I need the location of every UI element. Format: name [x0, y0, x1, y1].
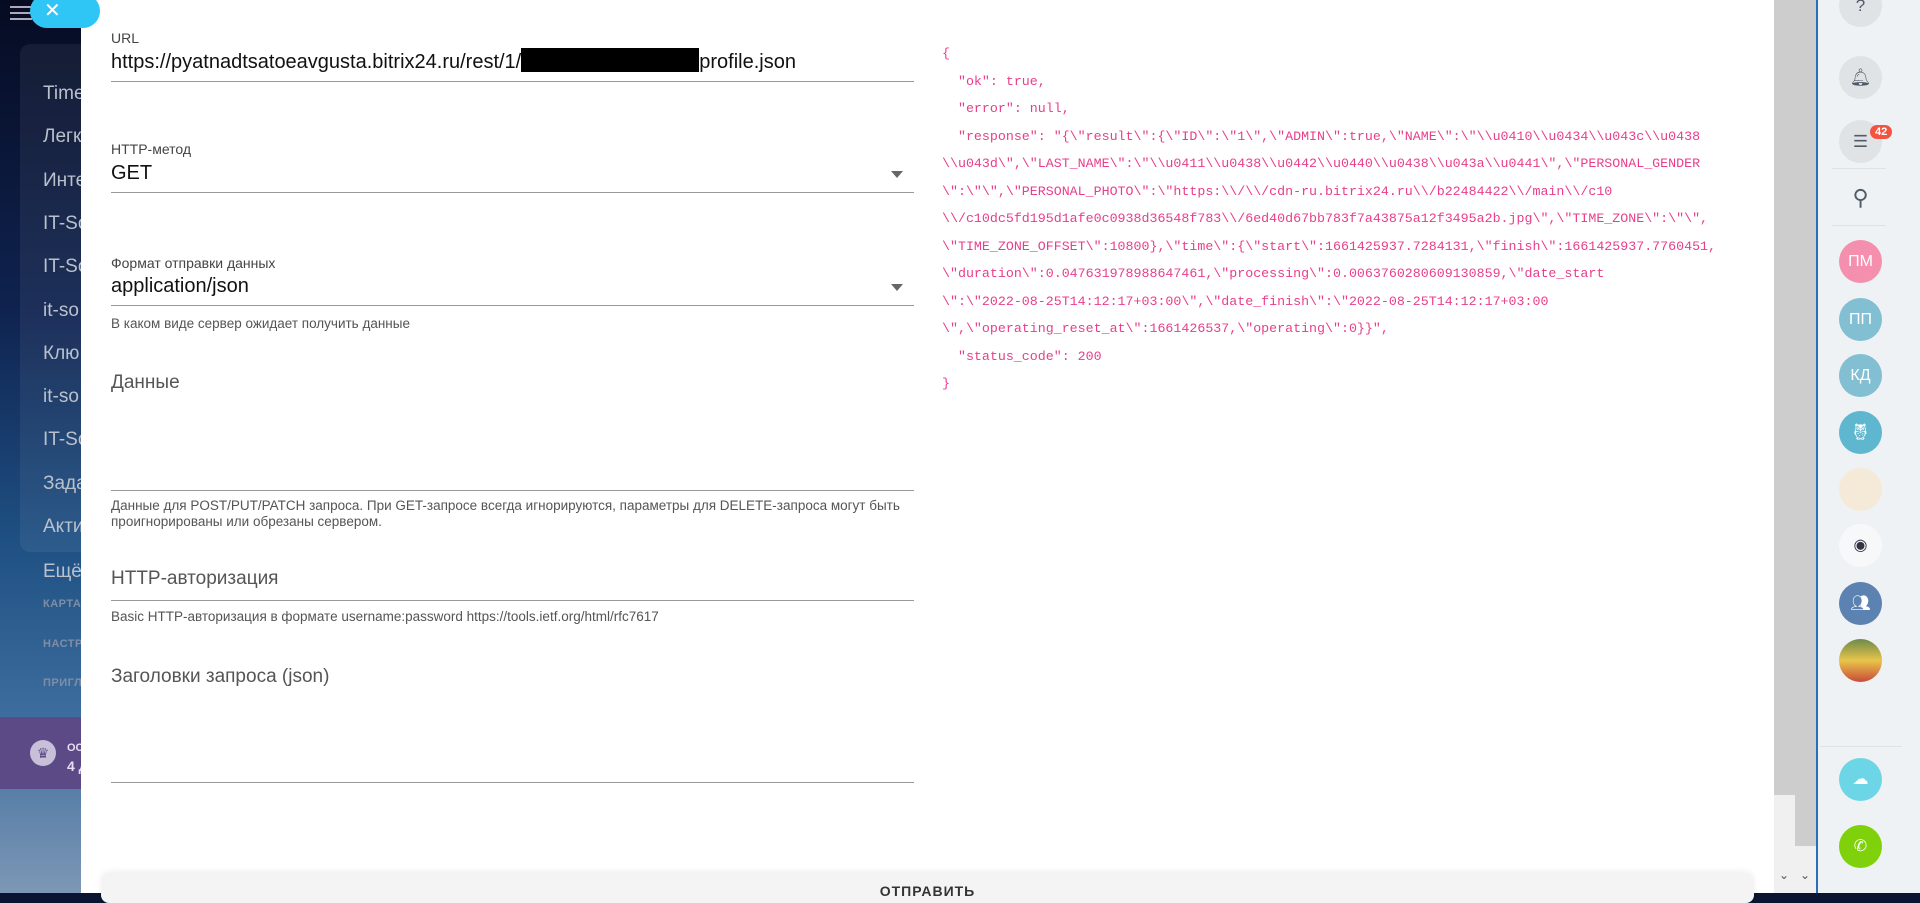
- redacted-block: [521, 48, 700, 72]
- group-chat-icon[interactable]: 👥︎: [1839, 582, 1882, 625]
- url-prefix: https://pyatnadtsatoeavgusta.bitrix24.ru…: [111, 51, 522, 73]
- flowers-avatar[interactable]: [1839, 639, 1882, 682]
- format-underline: [111, 305, 914, 306]
- divider: [1832, 168, 1886, 169]
- left-menu-item[interactable]: Ещё: [43, 561, 82, 583]
- bell-icon[interactable]: 🔔︎: [1839, 56, 1882, 99]
- divider: [1832, 225, 1886, 226]
- format-select[interactable]: application/json: [111, 275, 249, 298]
- json-line: \\/c10dc5fd195d1afe0c0938d36548f783\\/6e…: [942, 211, 1709, 226]
- right-toolbar: ? 🔔︎ ☰ 42 ⚲ ПМ ПП КД 🦉︎ ◉ 👥︎ ☁ ✆: [1816, 0, 1920, 893]
- json-line: "error": null,: [942, 101, 1070, 116]
- phone-call-icon[interactable]: ✆: [1839, 825, 1882, 868]
- chevron-down-icon[interactable]: ⌄: [1800, 868, 1810, 882]
- app-avatar[interactable]: ◉: [1839, 524, 1882, 567]
- auth-input[interactable]: [111, 565, 914, 600]
- json-line: \",\"operating_reset_at\":1661426537,\"o…: [942, 321, 1389, 336]
- json-line: \\u043d\",\"LAST_NAME\":\"\\u0411\\u0438…: [942, 156, 1701, 171]
- json-line: \"TIME_ZONE_OFFSET\":10800},\"time\":{\"…: [942, 238, 1717, 254]
- left-menu-section[interactable]: НАСТР: [43, 638, 83, 650]
- avatar[interactable]: КД: [1839, 354, 1882, 397]
- owl-avatar[interactable]: 🦉︎: [1839, 411, 1882, 454]
- submit-button[interactable]: ОТПРАВИТЬ: [101, 873, 1754, 903]
- left-menu-item[interactable]: Акти: [43, 516, 84, 538]
- method-select[interactable]: GET: [111, 162, 152, 185]
- json-line: "status_code": 200: [942, 348, 1102, 364]
- rest-request-modal: URL https://pyatnadtsatoeavgusta.bitrix2…: [81, 0, 1774, 903]
- avatar[interactable]: ПМ: [1839, 240, 1882, 283]
- method-label: HTTP-метод: [111, 141, 192, 157]
- response-json: { "ok": true, "error": null, "response":…: [942, 40, 1716, 398]
- chevron-down-icon[interactable]: ⌄: [1779, 868, 1789, 882]
- data-underline: [111, 490, 914, 491]
- scrollbar[interactable]: [1774, 0, 1816, 893]
- headers-underline: [111, 782, 914, 783]
- chat-badge: 42: [1870, 125, 1893, 139]
- format-help: В каком виде сервер ожидает получить дан…: [111, 316, 410, 331]
- json-line: \":\"2022-08-25T14:12:17+03:00\",\"date_…: [942, 293, 1549, 309]
- data-help: Данные для POST/PUT/PATCH запроса. При G…: [111, 498, 900, 529]
- left-menu-item[interactable]: Клю: [43, 343, 79, 365]
- method-underline: [111, 192, 914, 193]
- left-menu-item[interactable]: Легк: [43, 126, 81, 148]
- json-line: {: [942, 46, 950, 61]
- menu-icon[interactable]: [10, 6, 32, 20]
- avatar[interactable]: ПП: [1839, 298, 1882, 341]
- crown-icon: ♛: [30, 740, 56, 766]
- left-menu-item[interactable]: it-so: [43, 300, 79, 322]
- left-menu-item[interactable]: it-so: [43, 386, 79, 408]
- data-textarea[interactable]: [111, 400, 914, 490]
- auth-underline: [111, 600, 914, 601]
- left-menu-section[interactable]: ПРИГЛ: [43, 677, 82, 689]
- dropdown-arrow-icon[interactable]: [891, 171, 903, 178]
- headers-label: Заголовки запроса (json): [111, 666, 330, 687]
- user-avatar[interactable]: [1839, 468, 1882, 511]
- left-menu-item[interactable]: Инте: [43, 170, 86, 192]
- data-label: Данные: [111, 372, 180, 393]
- json-line: "ok": true,: [942, 73, 1046, 89]
- url-input[interactable]: https://pyatnadtsatoeavgusta.bitrix24.ru…: [111, 48, 796, 74]
- dropdown-arrow-icon[interactable]: [891, 284, 903, 291]
- json-line: }: [942, 376, 950, 391]
- help-icon[interactable]: ?: [1839, 0, 1882, 27]
- url-suffix: profile.json: [699, 51, 796, 73]
- auth-help: Basic HTTP-авторизация в формате usernam…: [111, 609, 659, 624]
- close-slider-button[interactable]: ✕: [30, 0, 100, 28]
- left-menu-section[interactable]: КАРТА: [43, 598, 81, 610]
- format-label: Формат отправки данных: [111, 255, 276, 271]
- json-line: "response": "{\"result\":{\"ID\":\"1\",\…: [942, 128, 1701, 144]
- headers-textarea[interactable]: [111, 695, 914, 782]
- url-label: URL: [111, 30, 140, 46]
- cloud-phone-icon[interactable]: ☁: [1839, 758, 1882, 801]
- url-underline: [111, 81, 914, 82]
- json-line: \"duration\":0.047631978988647461,\"proc…: [942, 266, 1605, 281]
- divider: [1820, 746, 1902, 747]
- left-menu-item[interactable]: Time: [43, 83, 85, 105]
- search-icon[interactable]: ⚲: [1839, 176, 1882, 219]
- json-line: \":\"\",\"PERSONAL_PHOTO\":\"https:\\/\\…: [942, 183, 1613, 199]
